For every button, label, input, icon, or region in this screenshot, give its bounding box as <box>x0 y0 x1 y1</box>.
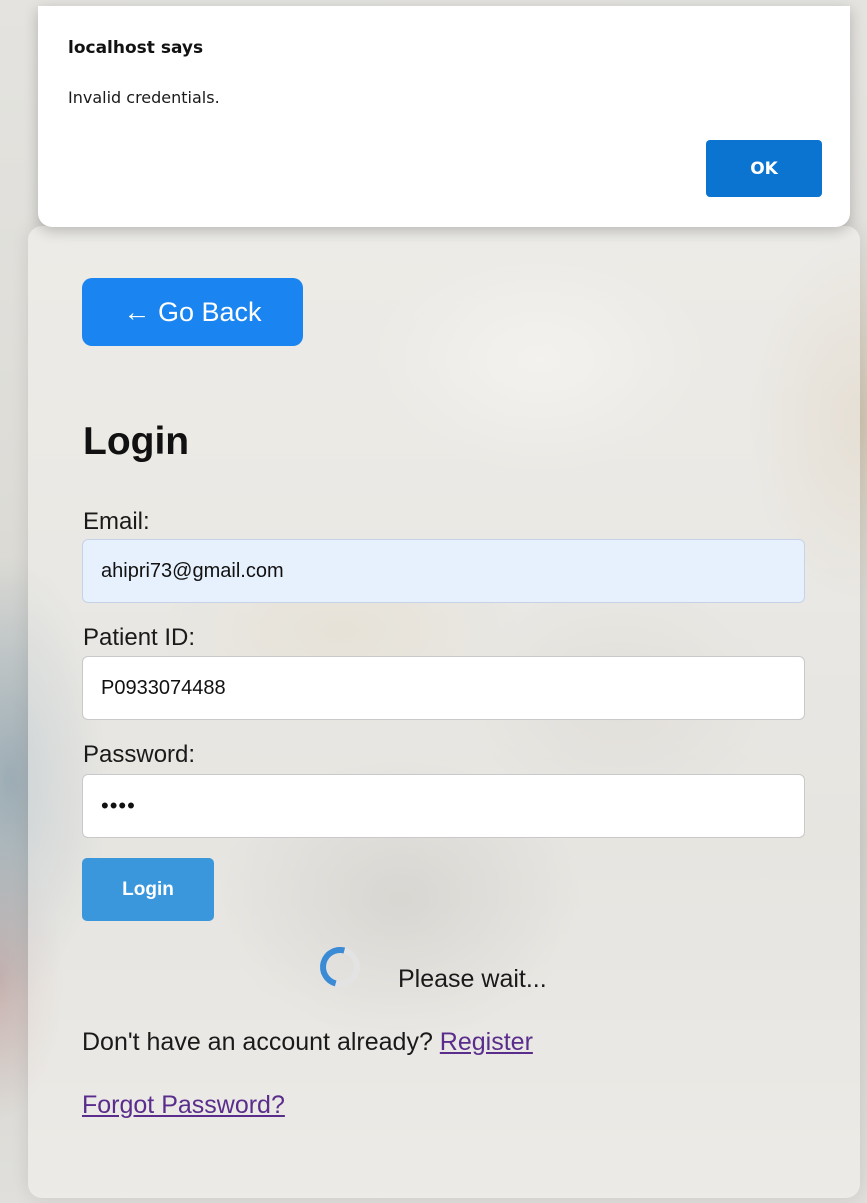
password-label: Password: <box>83 741 196 768</box>
email-label: Email: <box>83 508 150 535</box>
alert-dialog: localhost says Invalid credentials. OK <box>38 6 850 227</box>
login-button[interactable]: Login <box>82 858 214 921</box>
go-back-button[interactable]: ← Go Back <box>82 278 303 346</box>
password-field[interactable] <box>82 774 805 838</box>
dialog-message: Invalid credentials. <box>68 88 220 107</box>
page-title: Login <box>83 420 190 463</box>
forgot-password-link[interactable]: Forgot Password? <box>82 1091 285 1120</box>
patient-id-label: Patient ID: <box>83 624 196 651</box>
email-field[interactable] <box>82 539 805 603</box>
register-prompt-text: Don't have an account already? <box>82 1028 433 1056</box>
patient-id-field[interactable] <box>82 656 805 720</box>
register-link[interactable]: Register <box>440 1028 533 1056</box>
register-prompt: Don't have an account already? Register <box>82 1028 533 1057</box>
dialog-title: localhost says <box>68 38 204 58</box>
ok-button[interactable]: OK <box>706 140 822 197</box>
loading-text: Please wait... <box>398 965 547 993</box>
